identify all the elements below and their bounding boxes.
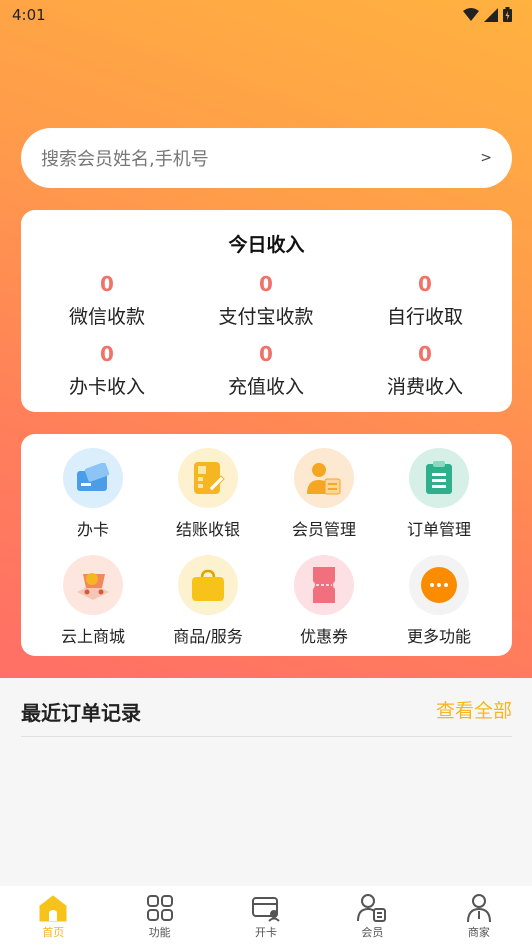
income-label: 自行收取 (386, 306, 463, 328)
feature-label: 结账收银 (175, 520, 240, 539)
member-tab-icon (319, 892, 425, 924)
status-bar: 4:01 (0, 0, 532, 30)
tab-features[interactable]: 功能 (106, 886, 212, 946)
income-title: 今日收入 (228, 234, 305, 256)
income-value: 0 (259, 342, 273, 366)
ticket-icon (294, 555, 354, 615)
feature-label: 云上商城 (60, 627, 125, 646)
income-consume[interactable]: 0 消费收入 (350, 340, 500, 399)
tab-open-card[interactable]: 开卡 (213, 886, 319, 946)
income-label: 充值收入 (227, 376, 304, 398)
cart-icon (63, 555, 123, 615)
income-card[interactable]: 0 办卡收入 (32, 340, 182, 399)
bag-icon (178, 555, 238, 615)
recent-orders-title: 最近订单记录 (21, 701, 141, 725)
wifi-icon (463, 7, 479, 21)
feature-label: 会员管理 (291, 520, 356, 539)
tab-merchant[interactable]: 商家 (426, 886, 532, 946)
feature-more[interactable]: 更多功能 (384, 555, 494, 647)
income-label: 微信收款 (68, 306, 145, 328)
features-card: 办卡 结账收银 会员管理 订单管理 云上商城 商品/服务 优惠券 更多功能 (21, 434, 512, 656)
income-self[interactable]: 0 自行收取 (350, 270, 500, 329)
income-recharge[interactable]: 0 充值收入 (191, 340, 341, 399)
income-value: 0 (418, 272, 432, 296)
open-card-icon (213, 892, 319, 924)
more-icon (409, 555, 469, 615)
income-alipay[interactable]: 0 支付宝收款 (191, 270, 341, 329)
member-icon (294, 448, 354, 508)
income-label: 消费收入 (386, 376, 463, 398)
feature-label: 优惠券 (299, 627, 348, 646)
battery-icon (503, 7, 512, 22)
status-icons (463, 7, 512, 22)
calculator-icon (178, 448, 238, 508)
income-wechat[interactable]: 0 微信收款 (32, 270, 182, 329)
feature-label: 商品/服务 (173, 627, 243, 646)
search-bar[interactable]: 搜索会员姓名,手机号 > (21, 128, 512, 188)
income-value: 0 (418, 342, 432, 366)
recent-orders-header: 最近订单记录 查看全部 (21, 693, 512, 737)
view-all-link[interactable]: 查看全部 (436, 696, 512, 723)
feature-mall[interactable]: 云上商城 (38, 555, 148, 647)
income-value: 0 (100, 272, 114, 296)
feature-label: 更多功能 (406, 627, 471, 646)
grid-icon (106, 892, 212, 924)
income-value: 0 (259, 272, 273, 296)
home-icon (0, 892, 106, 924)
income-value: 0 (100, 342, 114, 366)
feature-member[interactable]: 会员管理 (269, 448, 379, 540)
clipboard-icon (409, 448, 469, 508)
feature-label: 办卡 (76, 520, 109, 539)
feature-goods[interactable]: 商品/服务 (153, 555, 263, 647)
bottom-tab-bar: 首页 功能 开卡 会员 商家 (0, 886, 532, 946)
status-time: 4:01 (12, 6, 46, 24)
tab-home[interactable]: 首页 (0, 886, 106, 946)
income-label: 办卡收入 (68, 376, 145, 398)
tab-label: 开卡 (255, 926, 278, 939)
feature-open-card[interactable]: 办卡 (38, 448, 148, 540)
search-arrow-icon: > (480, 150, 492, 166)
today-income-card: 今日收入 0 微信收款 0 支付宝收款 0 自行收取 0 办卡收入 0 充值收入… (21, 210, 512, 412)
tab-label: 首页 (42, 926, 65, 939)
feature-label: 订单管理 (406, 520, 471, 539)
feature-coupon[interactable]: 优惠券 (269, 555, 379, 647)
tab-label: 会员 (361, 926, 384, 939)
tab-member[interactable]: 会员 (319, 886, 425, 946)
card-icon (63, 448, 123, 508)
feature-checkout[interactable]: 结账收银 (153, 448, 263, 540)
signal-icon (484, 7, 498, 22)
search-placeholder: 搜索会员姓名,手机号 (41, 149, 209, 170)
feature-orders[interactable]: 订单管理 (384, 448, 494, 540)
tab-label: 商家 (467, 926, 490, 939)
merchant-icon (426, 892, 532, 924)
income-label: 支付宝收款 (218, 306, 314, 328)
tab-label: 功能 (148, 926, 171, 939)
